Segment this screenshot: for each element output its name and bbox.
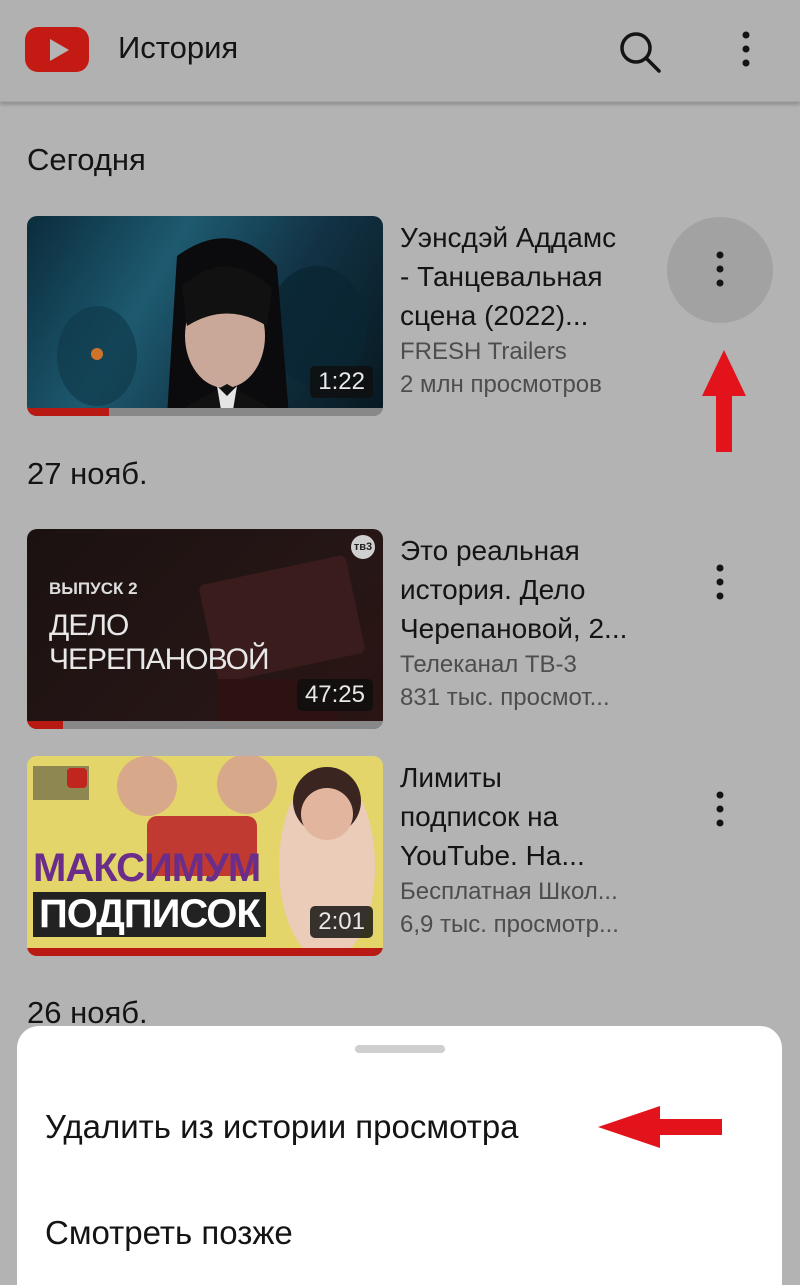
video-title-line: Это реальная xyxy=(400,535,580,566)
video-more-icon[interactable] xyxy=(706,250,734,290)
video-thumbnail[interactable]: тв3 ВЫПУСК 2 ДЕЛО ЧЕРЕПАНОВОЙ 47:25 xyxy=(27,529,383,729)
video-title-line: Черепановой, 2... xyxy=(400,613,628,644)
video-meta[interactable]: Это реальная история. Дело Черепановой, … xyxy=(400,531,660,714)
video-title-line: Лимиты xyxy=(400,762,502,793)
video-meta[interactable]: Уэнсдэй Аддамс - Танцевальная сцена (202… xyxy=(400,218,660,401)
video-title-line: история. Дело xyxy=(400,574,586,605)
watch-progress-bar xyxy=(27,721,63,729)
video-duration: 2:01 xyxy=(310,906,373,938)
video-title-line: - Танцевальная xyxy=(400,261,603,292)
video-views: 6,9 тыс. просмотр... xyxy=(400,911,619,938)
video-channel: Бесплатная Школ... xyxy=(400,878,618,905)
sheet-drag-handle[interactable] xyxy=(355,1045,445,1053)
video-channel: Телеканал ТВ-3 xyxy=(400,651,577,678)
watch-progress-bar xyxy=(27,948,383,956)
thumbnail-text: ПОДПИСОК xyxy=(33,892,266,937)
video-views: 2 млн просмотров xyxy=(400,371,602,398)
video-meta[interactable]: Лимиты подписок на YouTube. На... Беспла… xyxy=(400,758,660,941)
annotation-arrow-left-icon xyxy=(598,1106,722,1148)
video-title-line: подписок на xyxy=(400,801,559,832)
thumbnail-text: ДЕЛО ЧЕРЕПАНОВОЙ xyxy=(49,609,270,676)
video-more-icon[interactable] xyxy=(706,790,734,830)
video-duration: 47:25 xyxy=(296,679,373,711)
video-title-line: YouTube. На... xyxy=(400,840,585,871)
channel-logo: тв3 xyxy=(351,535,375,559)
app-header: История xyxy=(0,0,800,102)
video-title-line: сцена (2022)... xyxy=(400,300,589,331)
bottom-sheet-menu: Удалить из истории просмотра Смотреть по… xyxy=(17,1026,782,1285)
annotation-arrow-up-icon xyxy=(702,350,746,452)
video-thumbnail[interactable]: 1:22 xyxy=(27,216,383,416)
section-label-date: 27 нояб. xyxy=(27,456,148,491)
search-icon[interactable] xyxy=(618,30,662,74)
watch-later-item[interactable]: Смотреть позже xyxy=(45,1214,293,1252)
page-title: История xyxy=(118,30,239,65)
video-channel: FRESH Trailers xyxy=(400,338,567,365)
thumbnail-text: МАКСИМУМ xyxy=(33,846,261,890)
more-options-icon[interactable] xyxy=(732,30,760,70)
section-label-today: Сегодня xyxy=(27,142,146,177)
remove-from-history-item[interactable]: Удалить из истории просмотра xyxy=(45,1108,519,1146)
youtube-logo-icon[interactable] xyxy=(25,27,89,72)
video-duration: 1:22 xyxy=(310,366,373,398)
thumbnail-text: ВЫПУСК 2 xyxy=(49,579,138,598)
video-title-line: Уэнсдэй Аддамс xyxy=(400,222,617,253)
video-thumbnail[interactable]: МАКСИМУМ ПОДПИСОК 2:01 xyxy=(27,756,383,956)
watch-progress-bar xyxy=(27,408,109,416)
video-views: 831 тыс. просмот... xyxy=(400,684,610,711)
video-more-icon[interactable] xyxy=(706,563,734,603)
